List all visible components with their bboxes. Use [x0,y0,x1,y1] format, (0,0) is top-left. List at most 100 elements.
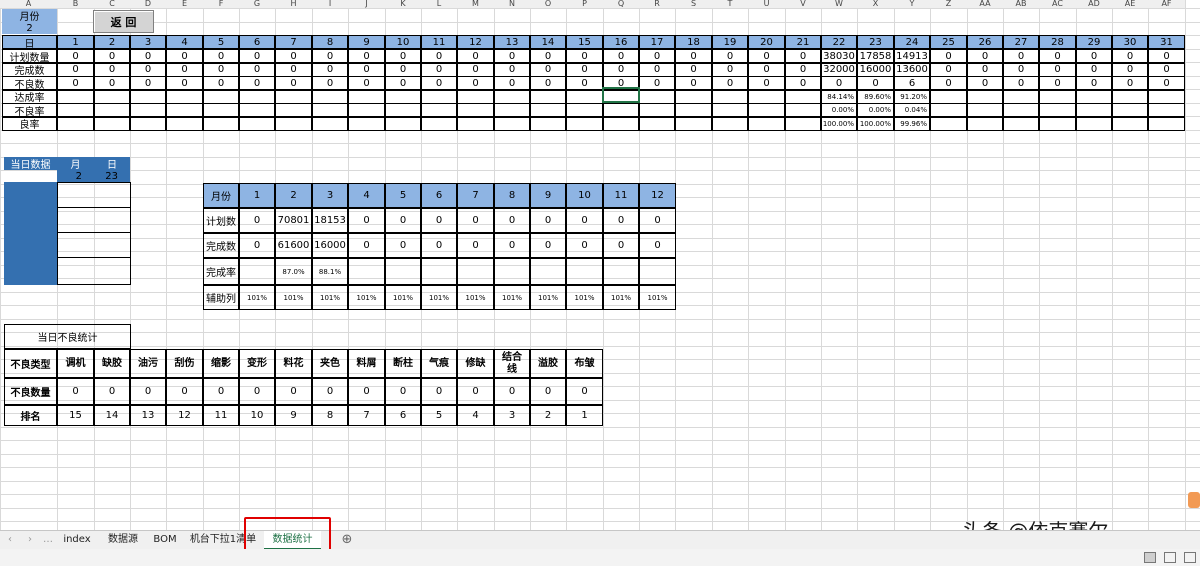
daily-cell[interactable] [57,89,94,104]
daily-cell[interactable]: 0 [712,49,748,63]
daily-cell[interactable]: 0 [1039,76,1076,90]
monthly-cell[interactable]: 101% [603,285,639,310]
daily-cell[interactable]: 0 [130,49,166,63]
daily-cell[interactable] [203,116,239,131]
daily-cell[interactable]: 32000 [821,62,857,77]
daily-cell[interactable]: 0 [857,76,894,90]
column-header-p[interactable]: P [566,0,603,8]
daily-cell[interactable] [239,103,275,117]
daily-cell[interactable]: 0 [930,76,967,90]
daily-cell[interactable] [1039,89,1076,104]
daily-cell[interactable]: 0 [348,76,385,90]
column-header-a[interactable]: A [0,0,57,8]
day-header-12[interactable]: 12 [457,35,494,49]
daily-cell[interactable] [712,89,748,104]
daily-cell[interactable]: 0 [1112,76,1148,90]
month-header-5[interactable]: 5 [385,183,421,208]
column-header-z[interactable]: Z [930,0,967,8]
day-header-25[interactable]: 25 [930,35,967,49]
day-header-4[interactable]: 4 [166,35,203,49]
daily-cell[interactable] [494,116,530,131]
sheet-tab-1[interactable]: 数据源 [103,531,143,548]
daily-cell[interactable] [203,103,239,117]
daily-cell[interactable] [275,89,312,104]
daily-cell[interactable]: 0 [94,49,130,63]
column-header-ae[interactable]: AE [1112,0,1148,8]
defect-qty-cell[interactable]: 0 [57,378,94,405]
day-header-7[interactable]: 7 [275,35,312,49]
daily-cell[interactable] [1148,103,1185,117]
tab-scroll-right-icon[interactable]: › [20,531,40,548]
daily-cell[interactable] [712,103,748,117]
day-header-26[interactable]: 26 [967,35,1003,49]
monthly-cell[interactable]: 88.1% [312,258,348,285]
column-header-ab[interactable]: AB [1003,0,1039,8]
daily-cell[interactable] [312,116,348,131]
daily-cell[interactable]: 0 [312,49,348,63]
daily-cell[interactable]: 0.00% [821,103,857,117]
daily-cell[interactable] [94,103,130,117]
monthly-cell[interactable]: 70801 [275,208,312,233]
month-header-8[interactable]: 8 [494,183,530,208]
daily-cell[interactable]: 0 [1112,49,1148,63]
monthly-cell[interactable]: 0 [639,208,676,233]
daily-cell[interactable]: 99.96% [894,116,930,131]
daily-cell[interactable] [312,103,348,117]
day-header-14[interactable]: 14 [530,35,566,49]
day-header-23[interactable]: 23 [857,35,894,49]
daily-cell[interactable]: 0 [421,62,457,77]
daily-cell[interactable] [457,89,494,104]
monthly-cell[interactable]: 101% [421,285,457,310]
column-header-f[interactable]: F [203,0,239,8]
daily-cell[interactable] [57,116,94,131]
day-header-29[interactable]: 29 [1076,35,1112,49]
daily-cell[interactable]: 0 [603,62,639,77]
daily-cell[interactable]: 0 [566,62,603,77]
day-header-6[interactable]: 6 [239,35,275,49]
monthly-cell[interactable]: 101% [385,285,421,310]
daily-cell[interactable]: 89.60% [857,89,894,104]
daily-cell[interactable]: 0 [457,49,494,63]
monthly-cell[interactable]: 0 [494,233,530,258]
daily-cell[interactable] [967,116,1003,131]
defect-rank-cell[interactable]: 9 [275,405,312,426]
daily-cell[interactable] [348,89,385,104]
daily-cell[interactable]: 0 [166,49,203,63]
daily-cell[interactable]: 0 [348,49,385,63]
defect-qty-cell[interactable]: 0 [530,378,566,405]
day-header-8[interactable]: 8 [312,35,348,49]
daily-cell[interactable]: 14913 [894,49,930,63]
active-cell-selection[interactable] [602,87,640,103]
defect-rank-cell[interactable]: 10 [239,405,275,426]
daily-cell[interactable]: 0 [1148,62,1185,77]
daily-cell[interactable] [239,116,275,131]
daily-cell[interactable]: 0 [203,76,239,90]
monthly-cell[interactable] [239,258,275,285]
month-header-2[interactable]: 2 [275,183,312,208]
monthly-cell[interactable] [639,258,676,285]
daily-cell[interactable]: 0 [675,76,712,90]
tab-more-icon[interactable]: … [40,531,56,548]
column-header-b[interactable]: B [57,0,94,8]
day-header-21[interactable]: 21 [785,35,821,49]
daily-cell[interactable] [639,116,675,131]
defect-rank-cell[interactable]: 5 [421,405,457,426]
monthly-cell[interactable]: 16000 [312,233,348,258]
add-sheet-icon[interactable]: ⊕ [337,531,357,548]
daily-cell[interactable] [385,89,421,104]
daily-cell[interactable]: 0 [57,49,94,63]
daily-cell[interactable]: 0 [166,62,203,77]
daily-cell[interactable] [312,89,348,104]
daily-cell[interactable]: 0 [385,76,421,90]
day-header-15[interactable]: 15 [566,35,603,49]
daily-cell[interactable]: 0 [421,76,457,90]
daily-cell[interactable] [1148,89,1185,104]
month-header-6[interactable]: 6 [421,183,457,208]
daily-cell[interactable] [166,103,203,117]
daily-cell[interactable]: 0 [785,49,821,63]
day-header-10[interactable]: 10 [385,35,421,49]
daily-cell[interactable]: 0 [57,76,94,90]
normal-view-icon[interactable] [1144,552,1156,563]
daily-cell[interactable]: 0 [275,49,312,63]
daily-cell[interactable]: 0 [1148,49,1185,63]
